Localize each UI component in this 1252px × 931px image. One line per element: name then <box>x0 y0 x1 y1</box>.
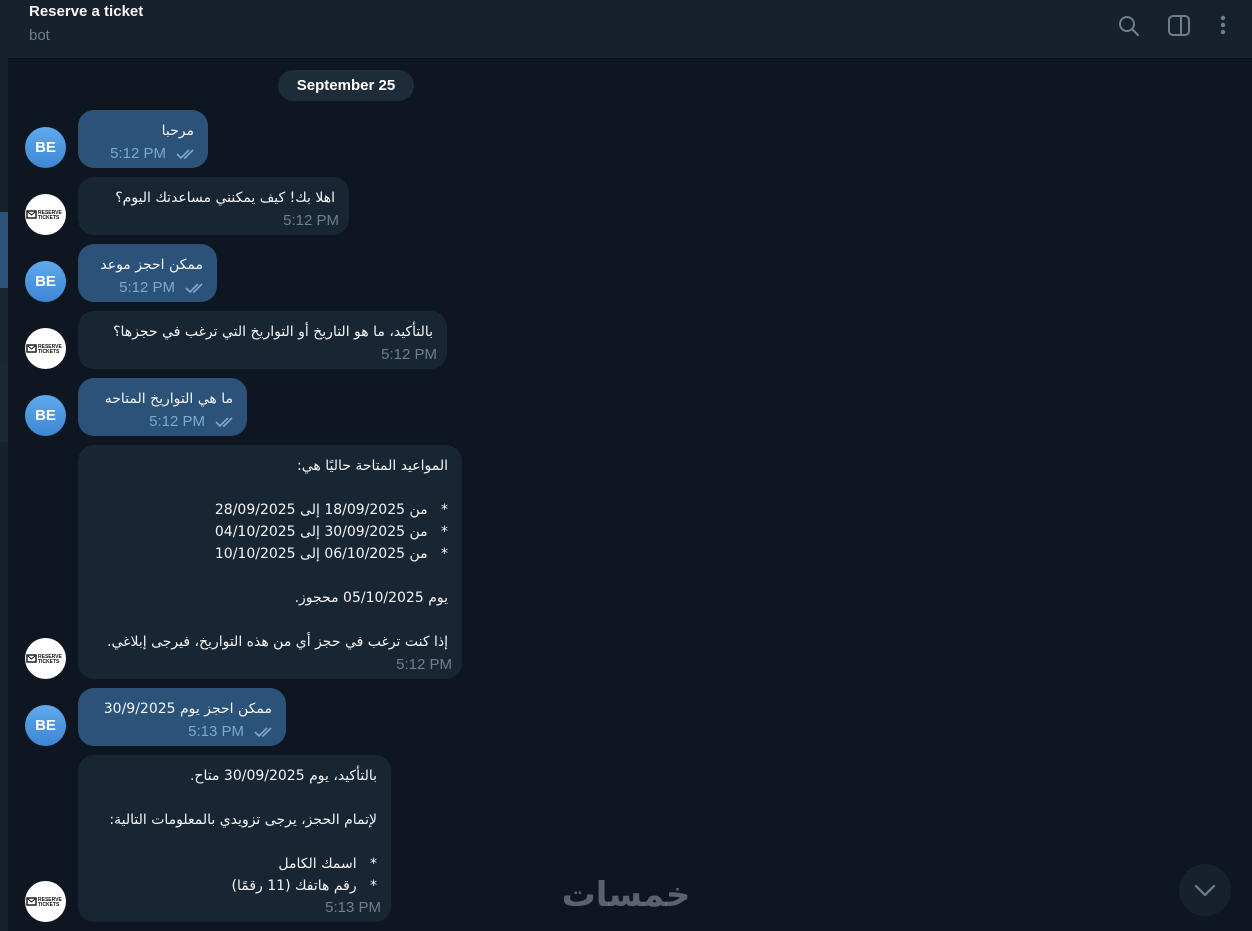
message-time: 5:12 PM <box>283 212 339 229</box>
bot-avatar[interactable]: RESERVE TICKETS <box>25 638 66 679</box>
message-bubble-outgoing[interactable]: ممكن احجز يوم 30/9/2025 5:13 PM <box>78 688 286 746</box>
message-text: اهلا بك! كيف يمكنني مساعدتك اليوم؟ <box>115 190 335 206</box>
message-meta: 5:12 PM <box>283 211 339 231</box>
message-time: 5:12 PM <box>119 279 175 296</box>
message-text: مرحبا <box>161 123 194 139</box>
message-text: المواعيد المتاحة حاليًا هي: * من 18/09/2… <box>107 458 448 650</box>
message-bubble-outgoing[interactable]: ممكن احجز موعد 5:12 PM <box>78 244 217 302</box>
message-time: 5:13 PM <box>325 899 381 916</box>
message-meta: 5:13 PM <box>325 898 381 918</box>
chevron-down-icon <box>1194 884 1216 897</box>
message-bubble-incoming[interactable]: بالتأكيد، ما هو التاريخ أو التواريخ التي… <box>78 311 447 369</box>
message-time: 5:12 PM <box>110 145 166 162</box>
message-bubble-incoming[interactable]: بالتأكيد، يوم 30/09/2025 متاح. لإتمام ال… <box>78 755 391 922</box>
bot-avatar[interactable]: RESERVE TICKETS <box>25 328 66 369</box>
message-time: 5:12 PM <box>149 413 205 430</box>
read-ticks-icon <box>215 417 233 428</box>
chat-list-item-edge <box>0 288 8 364</box>
svg-text:خمسات: خمسات <box>562 875 691 915</box>
read-ticks-icon <box>176 149 194 160</box>
watermark-logo: خمسات <box>562 875 691 915</box>
message-text: بالتأكيد، يوم 30/09/2025 متاح. لإتمام ال… <box>109 768 377 894</box>
message-time: 5:12 PM <box>396 656 452 673</box>
message-bubble-outgoing[interactable]: مرحبا 5:12 PM <box>78 110 208 168</box>
message-text: ممكن احجز يوم 30/9/2025 <box>103 701 272 717</box>
read-ticks-icon <box>254 727 272 738</box>
bot-avatar[interactable]: RESERVE TICKETS <box>25 881 66 922</box>
chat-list-item-edge <box>0 364 8 442</box>
user-avatar[interactable]: BE <box>25 127 66 168</box>
message-time: 5:13 PM <box>188 723 244 740</box>
user-avatar[interactable]: BE <box>25 705 66 746</box>
message-meta: 5:12 PM <box>381 345 437 365</box>
more-vertical-icon[interactable] <box>1209 12 1237 40</box>
message-bubble-incoming[interactable]: المواعيد المتاحة حاليًا هي: * من 18/09/2… <box>78 445 462 679</box>
chat-header[interactable]: Reserve a ticket bot <box>8 0 1252 59</box>
message-meta: 5:12 PM <box>119 278 207 298</box>
message-meta: 5:13 PM <box>188 722 276 742</box>
sidebar-toggle-icon[interactable] <box>1165 12 1193 40</box>
svg-text:TICKETS: TICKETS <box>38 215 60 221</box>
user-avatar[interactable]: BE <box>25 395 66 436</box>
message-time: 5:12 PM <box>381 346 437 363</box>
svg-text:TICKETS: TICKETS <box>38 659 60 665</box>
scroll-to-bottom-button[interactable] <box>1179 864 1231 916</box>
message-text: بالتأكيد، ما هو التاريخ أو التواريخ التي… <box>113 324 433 340</box>
active-chat-indicator <box>0 212 8 288</box>
svg-text:TICKETS: TICKETS <box>38 902 60 908</box>
bot-avatar[interactable]: RESERVE TICKETS <box>25 194 66 235</box>
svg-text:TICKETS: TICKETS <box>38 349 60 355</box>
read-ticks-icon <box>185 283 203 294</box>
message-bubble-outgoing[interactable]: ما هي التواريخ المتاحه 5:12 PM <box>78 378 247 436</box>
message-meta: 5:12 PM <box>110 144 198 164</box>
message-bubble-incoming[interactable]: اهلا بك! كيف يمكنني مساعدتك اليوم؟ 5:12 … <box>78 177 349 235</box>
search-icon[interactable] <box>1115 12 1143 40</box>
message-text: ممكن احجز موعد <box>100 257 203 273</box>
date-separator: September 25 <box>278 70 414 101</box>
message-text: ما هي التواريخ المتاحه <box>104 391 233 407</box>
chat-list-edge <box>0 0 8 931</box>
chat-title: Reserve a ticket <box>29 3 144 20</box>
message-meta: 5:12 PM <box>149 412 237 432</box>
chat-subtitle: bot <box>29 27 50 44</box>
user-avatar[interactable]: BE <box>25 261 66 302</box>
message-meta: 5:12 PM <box>396 655 452 675</box>
